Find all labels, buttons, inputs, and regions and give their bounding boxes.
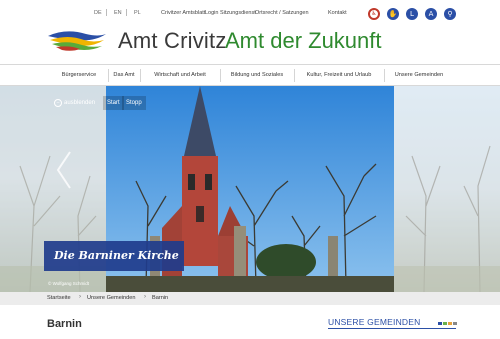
breadcrumb-gemeinden[interactable]: Unsere Gemeinden <box>87 295 136 301</box>
language-pl[interactable]: PL <box>134 10 141 16</box>
color-strip <box>438 322 442 325</box>
nav-bildung[interactable]: Bildung und Soziales <box>220 65 294 86</box>
main-navigation: Bürgerservice Das Amt Wirtschaft und Arb… <box>0 64 500 86</box>
accessibility-icon[interactable]: ♿ <box>368 8 380 20</box>
nav-wirtschaft[interactable]: Wirtschaft und Arbeit <box>140 65 220 86</box>
nav-buergerservice[interactable]: Bürgerservice <box>48 65 110 86</box>
page-title: Barnin <box>47 318 82 330</box>
photo-credit: © Wolfgang Schmidt <box>48 281 90 286</box>
search-icon[interactable]: ⚲ <box>444 8 456 20</box>
sign-language-icon[interactable]: ✋ <box>387 8 399 20</box>
brand-name: Amt Crivitz <box>118 28 227 53</box>
nav-kultur[interactable]: Kultur, Freizeit und Urlaub <box>294 65 384 86</box>
chevron-right-icon: › <box>144 294 146 300</box>
link-kontakt[interactable]: Kontakt <box>328 10 347 16</box>
brand-slogan: Amt der Zukunft <box>225 28 382 53</box>
divider <box>106 9 107 16</box>
slide-caption: Die Barniner Kirche <box>44 241 184 271</box>
overlay <box>394 86 500 292</box>
divider <box>126 9 127 16</box>
previous-arrow-icon[interactable] <box>56 150 72 190</box>
language-en[interactable]: EN <box>114 10 122 16</box>
breadcrumb-current: Barnin <box>152 295 169 301</box>
nav-gemeinden[interactable]: Unsere Gemeinden <box>384 65 454 86</box>
breadcrumb-home[interactable]: Startseite <box>47 295 71 301</box>
sidebar-heading: UNSERE GEMEINDEN <box>328 317 421 327</box>
color-strip <box>448 322 452 325</box>
breadcrumb: Startseite › Unsere Gemeinden › Barnin <box>0 292 500 305</box>
slider-start-button[interactable]: Start <box>103 96 124 110</box>
minus-circle-icon: – <box>54 99 62 107</box>
link-ortsrecht[interactable]: Ortsrecht / Satzungen <box>255 10 309 16</box>
amt-crivitz-logo[interactable] <box>46 28 108 52</box>
language-de[interactable]: DE <box>94 10 102 16</box>
divider <box>328 328 456 329</box>
color-strip <box>443 322 447 325</box>
link-amtsblatt[interactable]: Crivitzer Amtsblatt <box>161 10 205 16</box>
slider-stop-button[interactable]: Stopp <box>122 96 146 110</box>
top-utility-bar: DE EN PL Crivitzer Amtsblatt Login Sitzu… <box>0 8 500 20</box>
text-size-icon[interactable]: A <box>425 8 437 20</box>
link-sitzungsdienst[interactable]: Login Sitzungsdienst <box>205 10 256 16</box>
hide-slider-button[interactable]: – ausblenden <box>52 96 99 110</box>
hide-label: ausblenden <box>64 100 96 106</box>
nav-das-amt[interactable]: Das Amt <box>108 65 140 86</box>
easy-language-icon[interactable]: L <box>406 8 418 20</box>
chevron-right-icon: › <box>79 294 81 300</box>
color-strip <box>453 322 457 325</box>
